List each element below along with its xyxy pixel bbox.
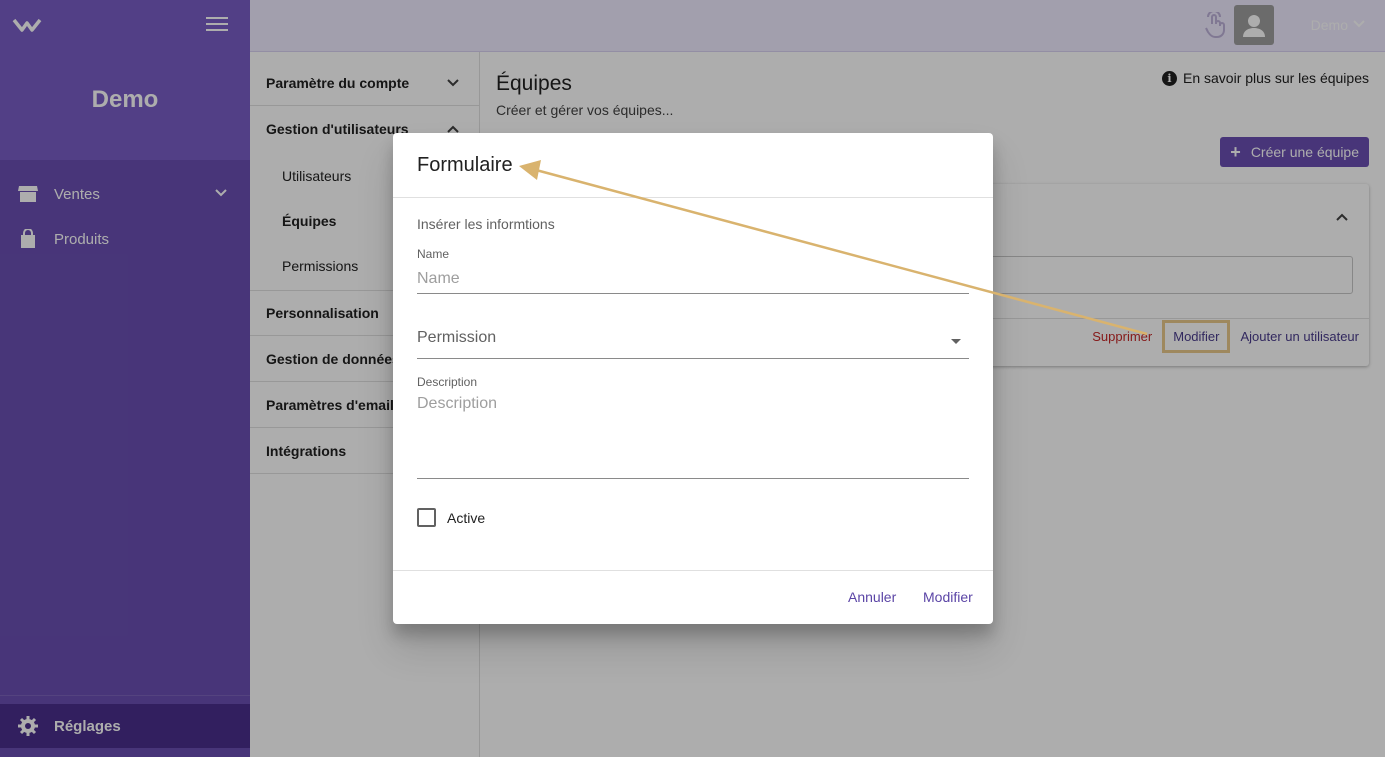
name-input[interactable] [417, 265, 969, 294]
dialog-hint: Insérer les informtions [417, 216, 555, 232]
divider [393, 197, 993, 198]
permission-placeholder: Permission [417, 329, 497, 346]
submit-button[interactable]: Modifier [923, 589, 973, 605]
form-dialog: Formulaire Insérer les informtions Name … [393, 133, 993, 624]
divider [393, 570, 993, 571]
dialog-title: Formulaire [417, 154, 513, 176]
caret-down-icon [951, 339, 961, 344]
permission-select[interactable]: Permission [417, 329, 969, 359]
active-checkbox[interactable] [417, 508, 436, 527]
description-input[interactable] [417, 395, 969, 479]
cancel-button[interactable]: Annuler [848, 589, 896, 605]
active-checkbox-row[interactable]: Active [417, 508, 485, 527]
name-label: Name [417, 247, 450, 261]
active-label: Active [447, 509, 486, 526]
description-label: Description [417, 375, 478, 389]
